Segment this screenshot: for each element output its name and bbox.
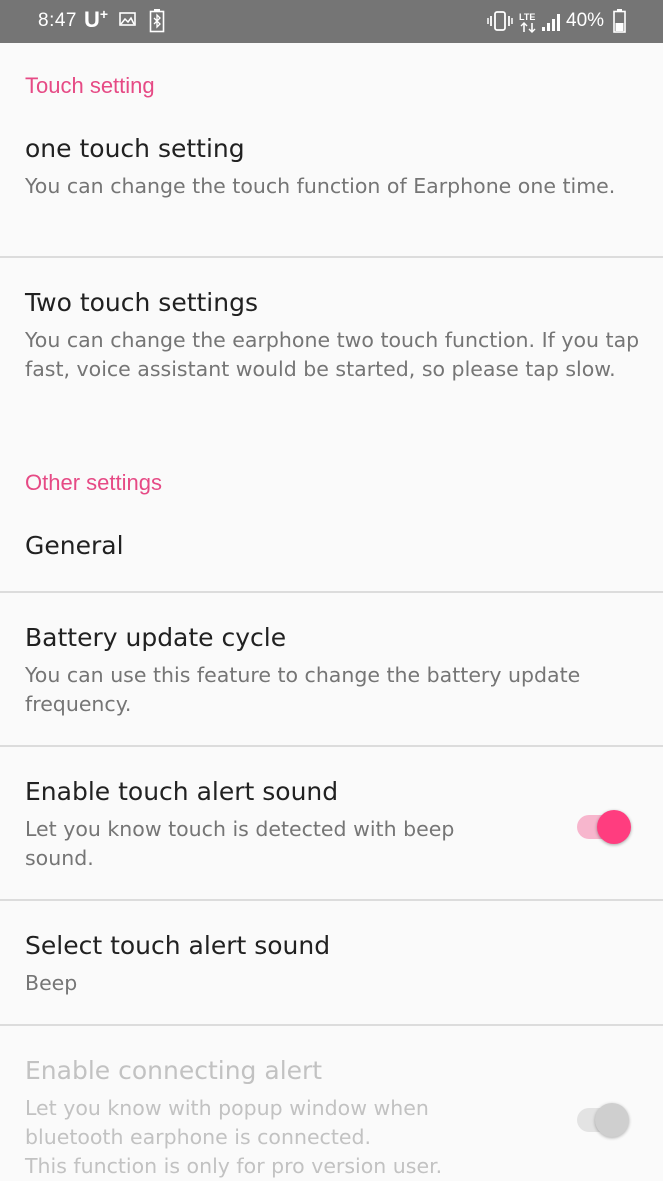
pref-title: one touch setting	[25, 134, 245, 163]
pref-summary: Beep	[25, 971, 78, 995]
pref-summary: You can use this feature to change the b…	[25, 663, 581, 716]
category-touch-setting: Touch setting	[25, 73, 155, 98]
carrier-name: U	[84, 7, 100, 32]
switch-thumb	[595, 1103, 629, 1137]
pref-battery-update-cycle[interactable]: Battery update cycle You can use this fe…	[0, 593, 663, 745]
touch-alert-switch[interactable]	[573, 804, 633, 844]
gallery-icon	[119, 12, 136, 26]
pref-enable-touch-alert-sound[interactable]: Enable touch alert sound Let you know to…	[0, 747, 663, 899]
summary-line: This function is only for pro version us…	[25, 1154, 443, 1178]
pref-two-touch-settings[interactable]: Two touch settings You can change the ea…	[0, 258, 663, 433]
pref-title: Enable connecting alert	[25, 1056, 323, 1085]
pref-enable-connecting-alert: Enable connecting alert Let you know wit…	[0, 1026, 663, 1179]
pref-title: Two touch settings	[25, 288, 258, 317]
pref-one-touch-setting[interactable]: one touch setting You can change the tou…	[0, 120, 663, 256]
pref-general[interactable]: General	[0, 513, 663, 591]
switch-thumb	[597, 810, 631, 844]
summary-line: bluetooth earphone is connected.	[25, 1125, 372, 1149]
svg-text:LTE: LTE	[519, 12, 535, 22]
pref-summary: Let you know touch is detected with beep…	[25, 817, 455, 870]
signal-icon	[542, 14, 560, 31]
carrier-plus: +	[99, 6, 109, 22]
carrier-label: U+	[84, 6, 108, 33]
battery-icon	[613, 9, 626, 33]
pref-title: Enable touch alert sound	[25, 777, 339, 806]
summary-line: Let you know with popup window when	[25, 1096, 429, 1120]
status-bar: 8:47 U+ LTE 40%	[0, 0, 663, 43]
bluetooth-battery-icon	[149, 9, 165, 33]
vibrate-icon	[487, 11, 513, 31]
category-other-settings: Other settings	[25, 470, 162, 495]
battery-percent: 40%	[566, 10, 605, 31]
pref-summary: You can change the earphone two touch fu…	[25, 328, 640, 381]
pref-summary: You can change the touch function of Ear…	[25, 174, 616, 198]
pref-title: General	[25, 531, 124, 560]
connecting-alert-switch	[573, 1097, 633, 1137]
status-time: 8:47	[38, 10, 77, 31]
pref-select-touch-alert-sound[interactable]: Select touch alert sound Beep	[0, 901, 663, 1024]
pref-title: Select touch alert sound	[25, 931, 331, 960]
lte-icon: LTE	[519, 12, 536, 33]
pref-title: Battery update cycle	[25, 623, 287, 652]
pref-summary: Let you know with popup window when blue…	[25, 1094, 585, 1181]
